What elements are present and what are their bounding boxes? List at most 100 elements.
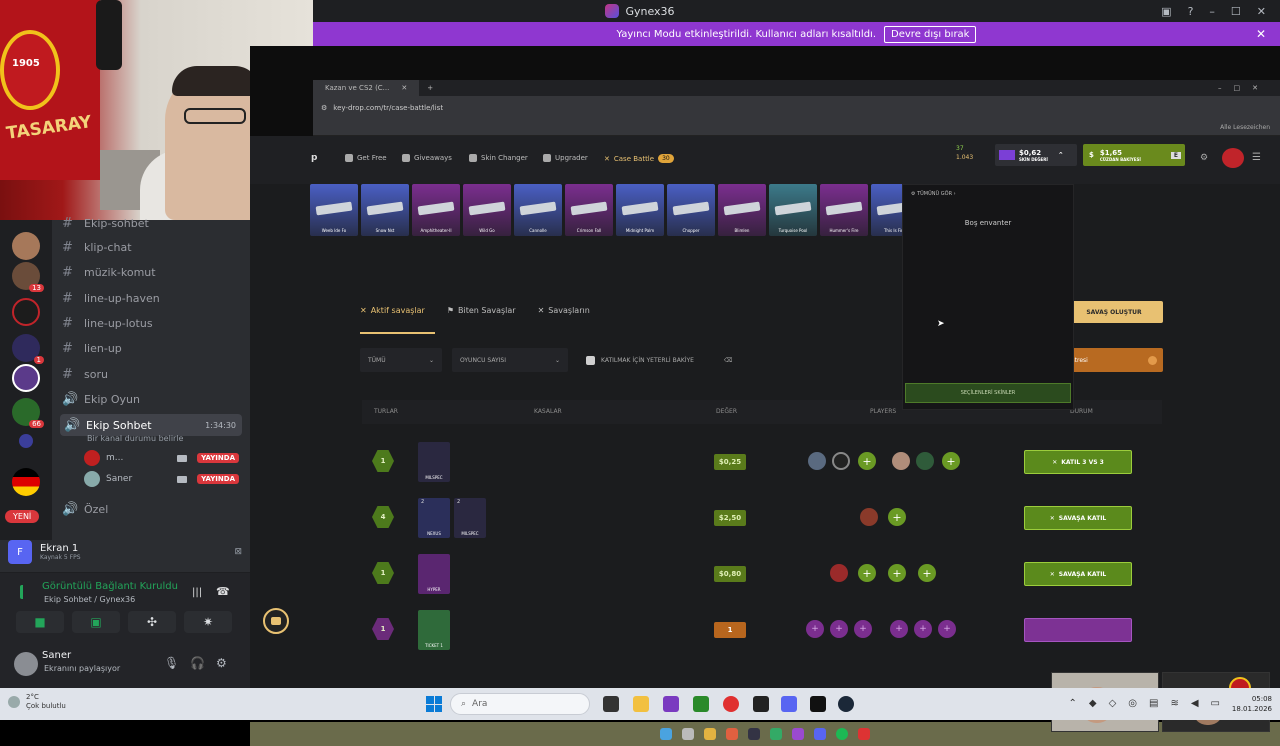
xbox-icon[interactable] — [693, 696, 709, 712]
screen-share-button[interactable]: ▣ — [72, 611, 120, 633]
server-icon[interactable]: 66 — [12, 398, 44, 428]
add-player-icon[interactable]: + — [914, 620, 932, 638]
ticker-drop[interactable]: Snow Nst — [361, 184, 409, 236]
add-player-icon[interactable]: + — [888, 564, 906, 582]
add-player-icon[interactable]: + — [942, 452, 960, 470]
close-tab-icon[interactable]: ✕ — [401, 84, 407, 92]
add-player-icon[interactable]: + — [890, 620, 908, 638]
server-icon[interactable]: 13 — [12, 262, 44, 292]
channel-line-up-lotus[interactable]: # line-up-lotus — [62, 312, 153, 334]
nav-skin-changer[interactable]: Skin Changer — [469, 154, 528, 162]
channel-soru[interactable]: # soru — [62, 363, 108, 385]
site-logo[interactable]: p — [311, 153, 317, 163]
add-funds-icon[interactable]: E — [1170, 151, 1181, 159]
app-icon[interactable] — [753, 696, 769, 712]
voice-user[interactable]: Saner YAYINDA — [84, 470, 239, 488]
server-icon[interactable] — [12, 232, 40, 260]
tab-finished-battles[interactable]: ⚑ Biten Savaşlar — [447, 306, 516, 315]
select-skins-button[interactable]: SEÇİLENLERİ SKİNLER — [905, 383, 1071, 403]
channel-muzik-komut[interactable]: # müzik-komut — [62, 261, 156, 283]
gear-icon[interactable]: ⚙ — [216, 656, 227, 670]
ticker-drop[interactable]: Wild Go — [463, 184, 511, 236]
clock[interactable]: 05:08 18.01.2026 — [1232, 694, 1272, 714]
balance-filter-checkbox[interactable]: KATILMAK İÇİN YETERLİ BAKİYE — [578, 348, 706, 372]
chevron-up-icon[interactable]: ⌃ — [1068, 698, 1076, 709]
avatar[interactable] — [14, 652, 38, 676]
wallet-balance-button[interactable]: $ $1,65 CÜZDAN BAKİYESİ E — [1083, 144, 1185, 166]
nav-get-free[interactable]: Get Free — [345, 154, 387, 162]
channel-line-up-haven[interactable]: # line-up-haven — [62, 287, 160, 309]
headphones-icon[interactable]: 🎧 — [190, 656, 205, 670]
voice-channel-ozel[interactable]: 🔊 Özel — [62, 498, 108, 520]
disable-streamer-mode-button[interactable]: Devre dışı bırak — [884, 25, 977, 43]
browser-window-controls[interactable]: –□✕ — [1218, 84, 1270, 92]
add-player-icon[interactable]: + — [858, 564, 876, 582]
task-view-icon[interactable] — [603, 696, 619, 712]
bookmarks-folder[interactable]: Alle Lesezeichen — [1220, 124, 1270, 131]
tray-app-icon[interactable]: ◇ — [1109, 698, 1117, 709]
discord-icon[interactable] — [781, 696, 797, 712]
channel-klip-chat[interactable]: # klip-chat — [62, 236, 132, 258]
start-button[interactable] — [426, 696, 442, 712]
nav-upgrader[interactable]: Upgrader — [543, 154, 588, 162]
ticker-drop[interactable]: Midnight Palm — [616, 184, 664, 236]
clear-filter-icon[interactable]: ⌫ — [716, 348, 736, 372]
add-player-icon[interactable]: + — [854, 620, 872, 638]
ticker-drop[interactable]: Cannolle — [514, 184, 562, 236]
chat-bubble-icon[interactable] — [263, 608, 289, 634]
ticker-drop[interactable]: Weeb Ide Fo — [310, 184, 358, 236]
steam-icon[interactable] — [838, 696, 854, 712]
browser-tab[interactable]: Kazan ve CS2 (C... ✕ — [313, 80, 420, 96]
server-icon[interactable] — [12, 468, 40, 496]
disconnect-icon[interactable]: ☎ — [216, 585, 230, 598]
join-battle-button[interactable]: ✕ SAVAŞA KATIL — [1024, 506, 1132, 530]
ticker-drop[interactable]: Hummer's Fire — [820, 184, 868, 236]
activities-button[interactable]: ✣ — [128, 611, 176, 633]
server-icon[interactable] — [12, 298, 40, 326]
stop-share-icon[interactable]: ⊠ — [234, 547, 242, 557]
add-player-icon[interactable]: + — [806, 620, 824, 638]
app-icon[interactable] — [663, 696, 679, 712]
close-button[interactable]: ✕ — [1257, 5, 1266, 18]
screen-share-item[interactable]: F Ekran 1 Kaynak 5 FPS ⊠ — [8, 538, 242, 566]
noise-icon[interactable]: ||| — [192, 587, 202, 598]
battle-row[interactable]: 1 TICKET 1 1 + + + + + + — [362, 604, 1162, 656]
voice-channel-ekip-oyun[interactable]: 🔊 Ekip Oyun — [62, 388, 140, 410]
voice-channel-ekip-sohbet[interactable]: 🔊 Ekip Sohbet 1:34:30 — [60, 414, 242, 436]
voice-user[interactable]: m... YAYINDA — [84, 449, 239, 467]
battle-row[interactable]: 4 2 NEXUS 2 MILSPEC $2,50 + ✕ SAVAŞA KATIL — [362, 492, 1162, 544]
ticker-drop[interactable]: Crimson Fall — [565, 184, 613, 236]
battle-row[interactable]: 1 MILSPEC $0,25 + + ✕ KATIL 3 VS 3 — [362, 436, 1162, 488]
server-icon[interactable] — [12, 364, 40, 392]
site-info-icon[interactable]: ⚙ — [321, 104, 327, 112]
tray-app-icon[interactable]: ◆ — [1089, 698, 1097, 709]
nav-case-battle[interactable]: ✕ Case Battle 30 — [604, 154, 674, 163]
inbox-icon[interactable]: ▣ — [1161, 5, 1171, 18]
join-battle-button[interactable]: ✕ KATIL 3 VS 3 — [1024, 450, 1132, 474]
nav-giveaways[interactable]: Giveaways — [402, 154, 452, 162]
maximize-button[interactable]: ☐ — [1231, 5, 1241, 18]
close-banner-icon[interactable]: ✕ — [1256, 27, 1266, 41]
ticker-drop[interactable]: Blimlen — [718, 184, 766, 236]
tab-active-battles[interactable]: ✕ Aktif savaşlar — [360, 306, 425, 315]
ticker-drop[interactable]: Turquoise Pool — [769, 184, 817, 236]
taskbar-search[interactable]: ⌕ Ara — [450, 693, 590, 715]
add-player-icon[interactable]: + — [858, 452, 876, 470]
ticker-drop[interactable]: Chopper — [667, 184, 715, 236]
menu-icon[interactable]: ☰ — [1252, 152, 1261, 163]
help-icon[interactable]: ? — [1188, 5, 1194, 18]
filter-players-select[interactable]: OYUNCU SAYISI ⌄ — [452, 348, 568, 372]
filter-all-select[interactable]: TÜMÜ ⌄ — [360, 348, 442, 372]
channel-status[interactable]: Bir kanal durumu belirle — [87, 434, 183, 443]
opera-icon[interactable] — [723, 696, 739, 712]
new-tab-icon[interactable]: + — [427, 84, 433, 92]
battle-row[interactable]: 1 HYPER $0,80 + + + ✕ SAVAŞA KATIL — [362, 548, 1162, 600]
tray-app-icon[interactable]: ▤ — [1149, 698, 1158, 709]
server-icon[interactable] — [19, 434, 33, 448]
microphone-icon[interactable]: 🎙 — [164, 656, 179, 670]
join-battle-button[interactable] — [1024, 618, 1132, 642]
skin-value-button[interactable]: $0,62 SKİN DEĞERİ ⌃ — [995, 144, 1077, 166]
wifi-icon[interactable]: ≋ — [1170, 698, 1178, 709]
minimize-button[interactable]: – — [1209, 5, 1215, 18]
volume-icon[interactable]: ◀ — [1191, 698, 1199, 709]
